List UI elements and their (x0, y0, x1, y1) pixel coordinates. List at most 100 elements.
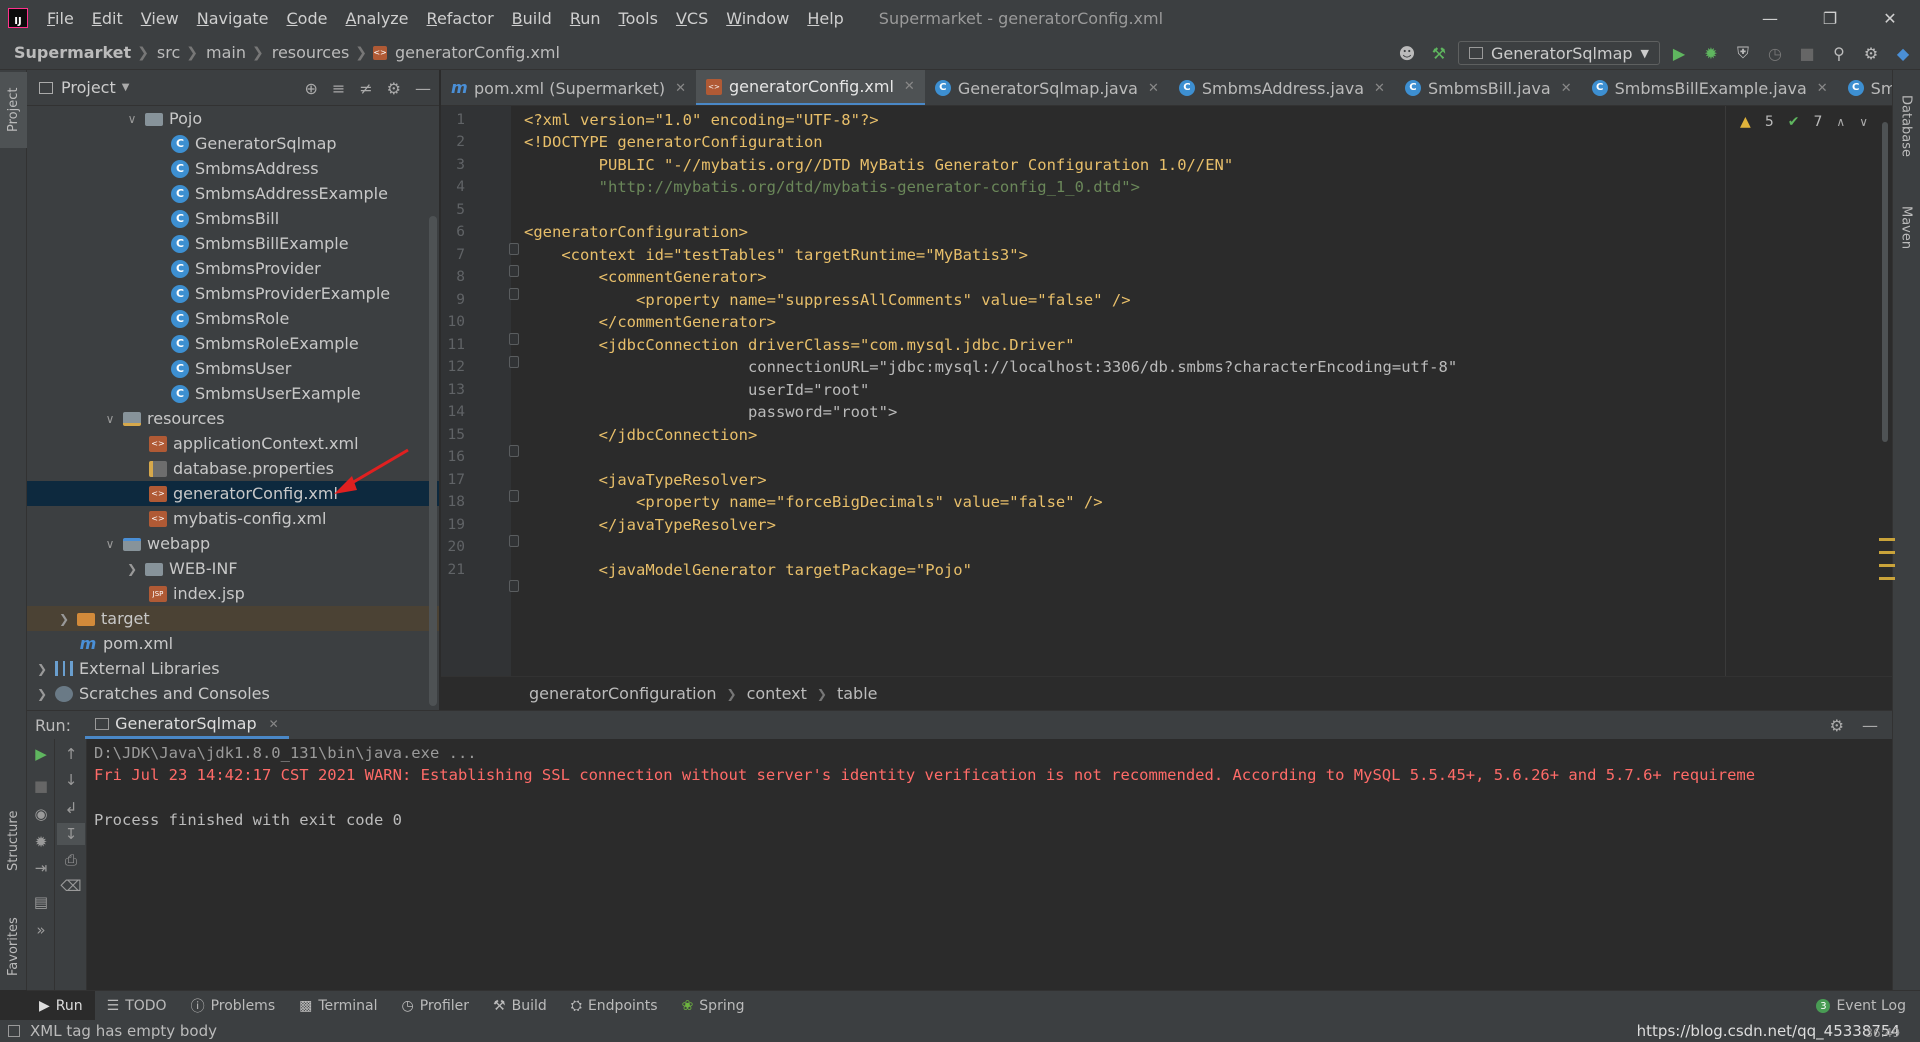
hide-icon[interactable]: — (415, 79, 431, 98)
tab-smbmsbill-java[interactable]: C SmbmsBill.java ✕ (1395, 70, 1582, 105)
menu-help[interactable]: Help (798, 9, 852, 28)
tool-terminal[interactable]: ▩ Terminal (287, 991, 389, 1021)
layout-icon[interactable]: ▤ (27, 891, 55, 913)
menu-tools[interactable]: Tools (610, 9, 667, 28)
tab-smbmsbillexample-java[interactable]: C SmbmsBillExample.java ✕ (1582, 70, 1838, 105)
expand-all-icon[interactable]: ≡ (332, 79, 345, 98)
breadcrumb-item[interactable]: generatorConfiguration (529, 684, 717, 703)
restore-icon[interactable]: ❐ (1800, 0, 1860, 36)
structure-tool-tab[interactable]: Structure (0, 786, 27, 896)
tab-generatorconfig-xml[interactable]: <> generatorConfig.xml ✕ (695, 70, 925, 105)
breadcrumb-item[interactable]: table (837, 684, 878, 703)
gear-icon[interactable]: ⚙ (1830, 716, 1844, 735)
close-tab-icon[interactable]: ✕ (269, 717, 279, 731)
scroll-marker[interactable] (1879, 564, 1895, 567)
tree-item[interactable]: ❯ target (27, 606, 439, 631)
fold-marker-icon[interactable] (509, 490, 519, 502)
chevron-down-icon[interactable]: ∨ (103, 412, 117, 426)
tab-generatorsqlmap-java[interactable]: C GeneratorSqlmap.java ✕ (925, 70, 1169, 105)
chevron-up-icon[interactable]: ∧ (1836, 115, 1845, 129)
minimize-icon[interactable]: — (1740, 0, 1800, 36)
breadcrumb-resources[interactable]: resources (266, 43, 354, 62)
soft-wrap-icon[interactable]: ↲ (57, 797, 85, 819)
tree-item[interactable]: <> applicationContext.xml (27, 431, 439, 456)
fold-marker-icon[interactable] (509, 265, 519, 277)
menu-edit[interactable]: Edit (83, 9, 132, 28)
close-icon[interactable]: ✕ (1860, 0, 1920, 36)
more-icon[interactable]: » (27, 919, 55, 941)
close-tab-icon[interactable]: ✕ (1561, 81, 1572, 96)
tree-item[interactable]: ❯ External Libraries (27, 656, 439, 681)
debug-icon[interactable]: ✹ (1698, 40, 1724, 66)
favorites-tool-tab[interactable]: Favorites (0, 900, 27, 994)
scroll-marker[interactable] (1879, 538, 1895, 541)
fold-marker-icon[interactable] (509, 356, 519, 368)
menu-build[interactable]: Build (503, 9, 561, 28)
print-icon[interactable]: ⎙ (57, 849, 85, 871)
maven-tool-tab[interactable]: Maven (1892, 188, 1920, 268)
close-tab-icon[interactable]: ✕ (675, 81, 686, 96)
fold-marker-icon[interactable] (509, 288, 519, 300)
debug-icon[interactable]: ✹ (27, 831, 55, 853)
tree-item[interactable]: C SmbmsUserExample (27, 381, 439, 406)
trash-icon[interactable]: ⌫ (57, 875, 85, 897)
breadcrumb-file[interactable]: generatorConfig.xml (389, 43, 564, 62)
chevron-right-icon[interactable]: ❯ (57, 612, 71, 626)
menu-view[interactable]: View (132, 9, 188, 28)
camera-icon[interactable]: ◉ (27, 803, 55, 825)
tool-problems[interactable]: ⓘ Problems (179, 991, 288, 1021)
tree-item[interactable]: C SmbmsProvider (27, 256, 439, 281)
tab-pom-xml[interactable]: m pom.xml (Supermarket) ✕ (441, 70, 696, 105)
tree-item[interactable]: JSP index.jsp (27, 581, 439, 606)
chevron-down-icon[interactable]: ∨ (103, 537, 117, 551)
square-icon[interactable] (8, 1025, 20, 1037)
tree-item[interactable]: C SmbmsBillExample (27, 231, 439, 256)
menu-file[interactable]: File (38, 9, 83, 28)
menu-vcs[interactable]: VCS (667, 9, 717, 28)
locate-icon[interactable]: ⊕ (304, 79, 317, 98)
breadcrumb-src[interactable]: src (151, 43, 184, 62)
tree-item[interactable]: ❯ Scratches and Consoles (27, 681, 439, 706)
arrow-up-icon[interactable]: ↑ (57, 743, 85, 765)
menu-refactor[interactable]: Refactor (418, 9, 503, 28)
tab-smbmsuser-java[interactable]: CSmbmsUser.j∨ (1838, 70, 1892, 105)
console-output[interactable]: D:\JDK\Java\jdk1.8.0_131\bin\java.exe ..… (94, 739, 1892, 991)
run-tab[interactable]: GeneratorSqlmap ✕ (85, 711, 289, 739)
gear-icon[interactable]: ⚙ (387, 79, 401, 98)
scroll-to-end-icon[interactable]: ↧ (57, 823, 85, 845)
breadcrumb-main[interactable]: main (200, 43, 250, 62)
tree-item[interactable]: C SmbmsProviderExample (27, 281, 439, 306)
breadcrumb-project[interactable]: Supermarket (0, 43, 135, 62)
menu-run[interactable]: Run (561, 9, 610, 28)
chevron-down-icon[interactable]: ▼ (122, 82, 130, 93)
user-icon[interactable]: ☻ (1394, 40, 1420, 66)
profile-icon[interactable]: ◷ (1762, 40, 1788, 66)
scroll-marker[interactable] (1879, 551, 1895, 554)
editor-scrollbar[interactable] (1882, 122, 1888, 442)
collapse-all-icon[interactable]: ≠ (359, 79, 372, 98)
tree-item[interactable]: m pom.xml (27, 631, 439, 656)
code-area[interactable]: <?xml version="1.0" encoding="UTF-8"?> <… (521, 106, 1851, 676)
arrow-down-icon[interactable]: ↓ (57, 769, 85, 791)
menu-window[interactable]: Window (717, 9, 798, 28)
fold-marker-icon[interactable] (509, 333, 519, 345)
fold-marker-icon[interactable] (509, 243, 519, 255)
breadcrumb-item[interactable]: context (747, 684, 807, 703)
project-view-select[interactable]: Project (61, 78, 116, 97)
close-tab-icon[interactable]: ✕ (904, 79, 915, 94)
inspection-widget[interactable]: ▲ 5 ✔ 7 ∧ ∨ (1740, 114, 1868, 130)
tool-endpoints[interactable]: ⛭ Endpoints (559, 991, 670, 1021)
menu-code[interactable]: Code (278, 9, 337, 28)
run-configuration-select[interactable]: GeneratorSqlmap ▼ (1457, 41, 1660, 65)
scroll-marker[interactable] (1879, 577, 1895, 580)
tree-item[interactable]: C SmbmsBill (27, 206, 439, 231)
search-icon[interactable]: ⚲ (1826, 40, 1852, 66)
chevron-down-icon[interactable]: ∨ (125, 112, 139, 126)
chevron-right-icon[interactable]: ❯ (125, 562, 139, 576)
project-tool-tab[interactable]: Project (0, 72, 27, 148)
tool-build[interactable]: ⚒ Build (481, 991, 559, 1021)
plugin-icon[interactable]: ◆ (1890, 40, 1916, 66)
tree-item[interactable]: C SmbmsRole (27, 306, 439, 331)
close-tab-icon[interactable]: ✕ (1817, 81, 1828, 96)
tree-item[interactable]: C GeneratorSqlmap (27, 131, 439, 156)
